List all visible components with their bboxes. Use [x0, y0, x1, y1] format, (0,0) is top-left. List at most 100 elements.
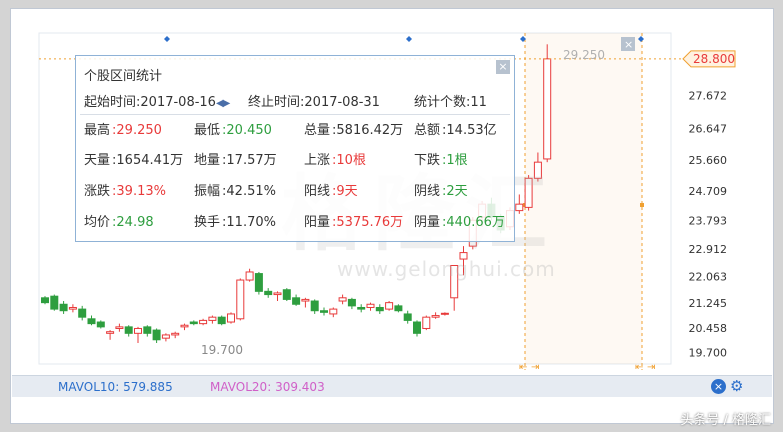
stat-value: :1根 — [442, 153, 468, 168]
candle-body — [301, 298, 310, 302]
stat-cell: 总量:5816.42万 — [304, 119, 403, 138]
candle-body — [134, 327, 142, 334]
stat-cell: 最高:29.250 — [84, 119, 162, 138]
candle-body — [171, 332, 180, 336]
candle-body — [236, 279, 245, 320]
price-tick-label: 25.660 — [689, 154, 728, 167]
stat-cell: 均价:24.98 — [84, 211, 154, 230]
stat-cell: 下跌:1根 — [414, 149, 468, 168]
candle-body — [143, 326, 152, 334]
chart-frame: 27.672 26.647 25.660 24.709 23.793 22.912 22.0… — [10, 8, 774, 424]
stat-label: 地量 — [194, 153, 221, 168]
stat-label: 总额 — [414, 123, 441, 138]
mavol10: MAVOL10: 579.885 — [58, 380, 173, 394]
stat-cell: 总额:14.53亿 — [414, 119, 497, 138]
candle-body — [292, 297, 301, 305]
price-tick-label: 19.700 — [689, 347, 728, 360]
stat-cell: 振幅:42.51% — [194, 180, 276, 199]
current-price-value: 28.800 — [693, 52, 735, 66]
price-tick-label: 24.709 — [689, 185, 728, 198]
stat-cell: 换手:11.70% — [194, 211, 276, 230]
mavol20-value: 309.403 — [275, 380, 325, 394]
stat-label: 振幅 — [194, 184, 221, 199]
candle-body — [320, 310, 328, 313]
price-tick-label: 22.063 — [689, 270, 728, 283]
high-price-marker: 29.250 — [563, 48, 605, 62]
stat-value: :11.70% — [222, 215, 276, 230]
panel-divider — [80, 114, 510, 115]
candle-body — [87, 318, 96, 325]
stat-value: :24.98 — [112, 215, 154, 230]
candle-body — [59, 303, 68, 312]
start-time-value: :2017-08-16 — [136, 95, 216, 110]
candle-body — [329, 308, 338, 315]
candle-body — [217, 316, 226, 325]
candle-body — [199, 319, 208, 325]
stat-label: 最高 — [84, 123, 111, 138]
stat-cell: 阳量:5375.76万 — [304, 211, 403, 230]
candle-body — [96, 321, 105, 328]
stat-label: 涨跌 — [84, 184, 111, 199]
stat-cell: 阳线:9天 — [304, 180, 358, 199]
stat-value: :1654.41万 — [112, 153, 184, 168]
price-tick-label: 27.672 — [689, 89, 728, 102]
candle-body — [254, 273, 263, 292]
stat-cell: 天量:1654.41万 — [84, 149, 183, 168]
stat-label: 天量 — [84, 153, 111, 168]
stat-value: :42.51% — [222, 184, 276, 199]
stat-cell: 地量:17.57万 — [194, 149, 277, 168]
candle-body — [161, 334, 170, 339]
stat-count: 统计个数:11 — [414, 91, 487, 110]
stat-cell: 最低:20.450 — [194, 119, 272, 138]
range-handle — [640, 203, 644, 207]
indicator-bar: MAVOL10: 579.885 MAVOL20: 309.403 × ⚙ — [12, 375, 772, 397]
candle-body — [366, 303, 375, 308]
stat-label: 总量 — [304, 123, 331, 138]
close-icon[interactable]: × — [496, 60, 510, 74]
start-time-arrows-icon[interactable]: ◀▶ — [216, 98, 230, 109]
candle-body — [431, 315, 440, 318]
close-indicator-icon[interactable]: × — [711, 379, 726, 394]
stat-cell: 上涨:10根 — [304, 149, 366, 168]
candle-body — [50, 295, 59, 310]
price-tick-label: 22.912 — [689, 243, 728, 256]
stat-cell: 阴线:2天 — [414, 180, 468, 199]
credit-text: 头条号 / 格隆汇 — [680, 413, 771, 428]
candle-body — [403, 313, 412, 321]
candle-body — [68, 306, 77, 310]
panel-title: 个股区间统计 — [84, 69, 163, 84]
candle-body — [41, 297, 49, 304]
stat-value: :5816.42万 — [332, 123, 404, 138]
stat-label: 阳线 — [304, 184, 331, 199]
stat-label: 阴量 — [414, 215, 441, 230]
candle-body — [440, 312, 449, 315]
stat-count-label: 统计个数 — [414, 95, 467, 110]
candle-body — [115, 326, 124, 329]
price-tick-label: 21.245 — [689, 297, 728, 310]
range-arrow-icon: ⇤ — [635, 362, 643, 373]
diamond-icon — [406, 36, 412, 42]
stat-value: :9天 — [332, 184, 358, 199]
low-price-marker: 19.700 — [201, 343, 243, 357]
range-arrow-icon: ⇤ — [519, 362, 527, 373]
end-time-value: :2017-08-31 — [300, 95, 380, 110]
candle-body — [106, 331, 115, 334]
stat-value: :20.450 — [222, 123, 272, 138]
chart-close-icon-glyph: × — [624, 38, 633, 51]
mavol20-label: MAVOL20: — [210, 380, 272, 394]
mavol20: MAVOL20: 309.403 — [210, 380, 325, 394]
candle-body — [375, 306, 384, 312]
start-time-label: 起始时间 — [84, 95, 137, 110]
end-time: 终止时间:2017-08-31 — [248, 91, 380, 110]
candle-body — [394, 305, 403, 312]
stat-value: :5375.76万 — [332, 215, 404, 230]
stat-value: :17.57万 — [222, 153, 277, 168]
candle-body — [357, 306, 366, 310]
candle-body — [264, 290, 273, 296]
candle-body — [385, 302, 394, 310]
gear-icon[interactable]: ⚙ — [730, 377, 743, 395]
end-time-label: 终止时间 — [248, 95, 301, 110]
stat-value: :29.250 — [112, 123, 162, 138]
candle-body — [338, 297, 347, 302]
diamond-icon — [164, 36, 170, 42]
